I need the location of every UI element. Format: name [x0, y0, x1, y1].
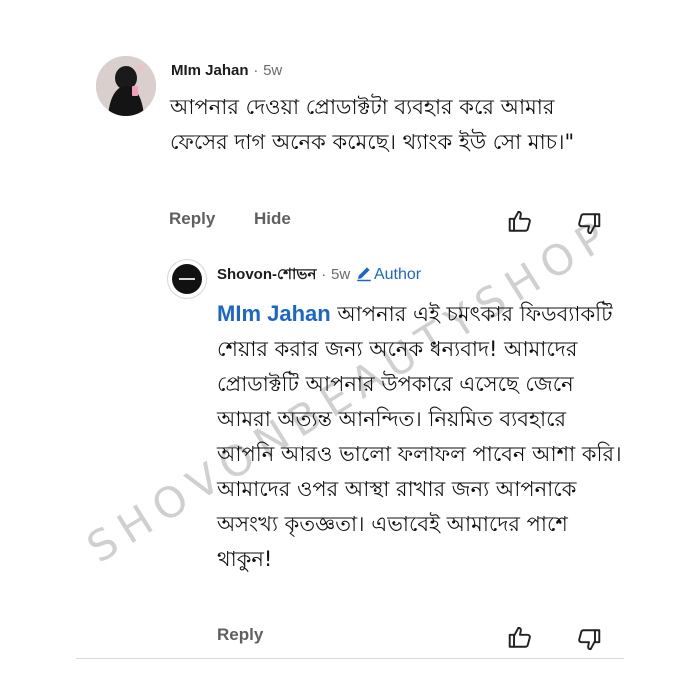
comment-timestamp: 5w	[263, 62, 283, 79]
comment-actions: Reply Hide	[169, 209, 291, 229]
meta-separator: ·	[321, 266, 327, 283]
comment-author-name[interactable]: MIm Jahan	[171, 62, 249, 79]
meta-separator: ·	[253, 62, 259, 79]
reply-author-name[interactable]: Shovon-শোভন	[217, 266, 316, 283]
reply-timestamp: 5w	[331, 266, 351, 283]
mention-link[interactable]: MIm Jahan	[217, 301, 331, 326]
reply-header: Shovon-শোভন · 5w Author	[217, 264, 421, 285]
author-badge: Author	[355, 266, 421, 283]
thumbs-down-icon[interactable]	[576, 627, 602, 653]
pencil-icon	[357, 267, 371, 282]
avatar[interactable]	[96, 56, 156, 116]
divider	[76, 658, 624, 659]
reply-message: আপনার এই চমৎকার ফিডব্যাকটি শেয়ার করার জ…	[217, 302, 622, 571]
reply-text: MIm Jahan আপনার এই চমৎকার ফিডব্যাকটি শেয…	[217, 296, 627, 577]
thumbs-up-icon[interactable]	[507, 624, 533, 650]
reply-actions: Reply	[217, 625, 263, 645]
comment-thread: MIm Jahan · 5w আপনার দেওয়া প্রোডাক্টটা …	[0, 0, 700, 700]
thumbs-down-icon[interactable]	[576, 211, 602, 237]
reply-button[interactable]: Reply	[217, 625, 263, 645]
author-badge-label: Author	[373, 266, 422, 283]
avatar-photo	[96, 56, 156, 116]
reply-button[interactable]: Reply	[169, 209, 215, 229]
comment-header: MIm Jahan · 5w	[171, 60, 282, 81]
reply-avatar[interactable]	[167, 259, 207, 299]
page-logo	[172, 264, 202, 294]
thumbs-up-icon[interactable]	[507, 208, 533, 234]
comment-text: আপনার দেওয়া প্রোডাক্টটা ব্যবহার করে আমা…	[170, 95, 575, 154]
hide-button[interactable]: Hide	[254, 209, 291, 229]
